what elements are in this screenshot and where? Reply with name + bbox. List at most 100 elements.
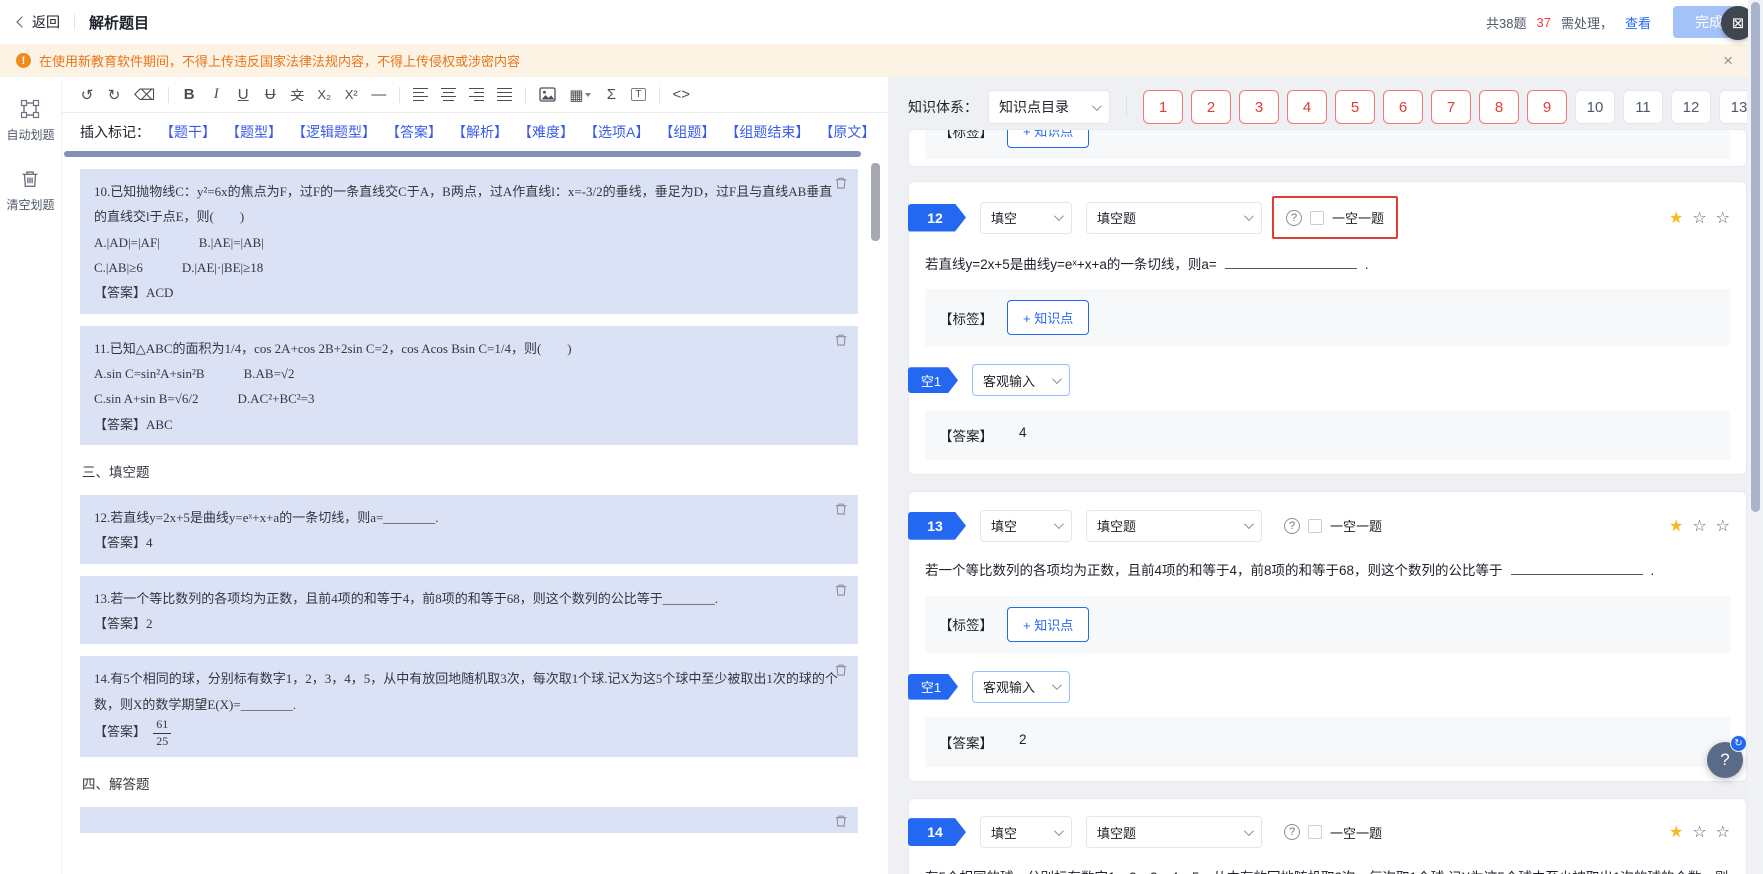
question-nav-12[interactable]: 12	[1671, 90, 1711, 124]
input-type-select[interactable]: 客观输入	[972, 364, 1070, 397]
subscript-icon[interactable]: X₂	[317, 87, 331, 102]
chevron-down-icon	[1053, 825, 1064, 836]
star-filled-icon[interactable]: ★	[1669, 822, 1683, 842]
back-button[interactable]: 返回	[16, 12, 60, 32]
editor-vertical-scrollbar[interactable]	[871, 163, 880, 874]
question-nav-13[interactable]: 13	[1719, 90, 1747, 124]
auto-mark-button[interactable]: 自动划题	[6, 99, 55, 143]
question-block-12[interactable]: 12.若直线y=2x+5是曲线y=eˣ+x+a的一条切线，则a=________…	[80, 495, 858, 564]
delete-question-icon[interactable]	[834, 502, 848, 516]
tag-answer[interactable]: 【答案】	[386, 122, 442, 142]
tag-logictype[interactable]: 【逻辑题型】	[292, 122, 376, 142]
add-knowledge-point-button[interactable]: + 知识点	[1007, 300, 1090, 336]
tag-option-a[interactable]: 【选项A】	[584, 122, 649, 142]
redo-icon[interactable]: ↻	[107, 86, 121, 104]
question-type-select[interactable]: 填空	[980, 509, 1072, 542]
clear-format-icon[interactable]: 文	[290, 85, 304, 104]
question-nav-4[interactable]: 4	[1287, 90, 1327, 124]
italic-icon[interactable]: I	[209, 86, 223, 103]
question-nav-10[interactable]: 10	[1575, 90, 1615, 124]
delete-question-icon[interactable]	[834, 583, 848, 597]
help-fab[interactable]: ? ↻	[1707, 735, 1747, 778]
delete-question-icon[interactable]	[834, 663, 848, 677]
delete-question-icon[interactable]	[834, 814, 848, 828]
delete-question-icon[interactable]	[834, 176, 848, 190]
clear-mark-button[interactable]: 清空划题	[6, 169, 55, 213]
chevron-down-icon	[1091, 100, 1102, 111]
editor-content[interactable]: 10.已知抛物线C：y²=6x的焦点为F，过F的一条直线交C于A，B两点，过A作…	[62, 159, 888, 874]
one-blank-checkbox[interactable]	[1308, 825, 1322, 840]
question-stem: 有5个相同的球，分别标有数字1，2，3，4，5，从中有放回地随机取3次，每次取1…	[925, 870, 1728, 874]
question-block-14[interactable]: 14.有5个相同的球，分别标有数字1，2，3，4，5，从中有放回地随机取3次，每…	[80, 656, 858, 758]
align-left-icon[interactable]	[413, 87, 429, 102]
question-nav-3[interactable]: 3	[1239, 90, 1279, 124]
star-empty-icon[interactable]: ☆	[1716, 208, 1730, 228]
horizontal-rule-icon[interactable]: —	[371, 86, 386, 103]
answer-label: 【答案】	[939, 735, 993, 751]
add-knowledge-point-button[interactable]: + 知识点	[1007, 606, 1090, 642]
tag-analysis[interactable]: 【解析】	[452, 122, 508, 142]
star-empty-icon[interactable]: ☆	[1692, 822, 1706, 842]
tag-original[interactable]: 【原文】	[819, 122, 875, 142]
question-block-13[interactable]: 13.若一个等比数列的各项均为正数，且前4项的和等于4，前8项的和等于68，则这…	[80, 575, 858, 645]
question-type-select[interactable]: 填空	[980, 816, 1072, 849]
star-filled-icon[interactable]: ★	[1669, 516, 1683, 536]
formula-icon[interactable]: Σ	[604, 86, 618, 103]
question-block-10[interactable]: 10.已知抛物线C：y²=6x的焦点为F，过F的一条直线交C于A，B两点，过A作…	[80, 169, 858, 314]
input-type-select[interactable]: 客观输入	[972, 670, 1070, 703]
question-subtype-select[interactable]: 填空题	[1086, 509, 1262, 542]
superscript-icon[interactable]: X²	[344, 87, 358, 102]
tag-stem[interactable]: 【题干】	[160, 122, 216, 142]
question-nav-2[interactable]: 2	[1191, 90, 1231, 124]
one-blank-checkbox[interactable]	[1310, 210, 1324, 225]
underline-icon[interactable]: U	[236, 86, 250, 103]
bold-icon[interactable]: B	[182, 86, 196, 103]
question-nav-5[interactable]: 5	[1335, 90, 1375, 124]
delete-question-icon[interactable]	[834, 333, 848, 347]
one-blank-checkbox[interactable]	[1308, 518, 1322, 533]
question-nav-8[interactable]: 8	[1479, 90, 1519, 124]
ocr-icon[interactable]: T	[631, 88, 646, 101]
question-nav-1[interactable]: 1	[1143, 90, 1183, 124]
question-nav-9[interactable]: 9	[1527, 90, 1567, 124]
help-circle-icon[interactable]: ?	[1284, 824, 1300, 841]
question-nav-11[interactable]: 11	[1623, 90, 1663, 124]
star-empty-icon[interactable]: ☆	[1692, 208, 1706, 228]
help-circle-icon[interactable]: ?	[1286, 209, 1302, 226]
helper-mini-badge[interactable]: ↻	[1730, 735, 1747, 752]
knowledge-catalog-select[interactable]: 知识点目录	[988, 90, 1110, 124]
add-knowledge-point-button[interactable]: + 知识点	[1007, 130, 1090, 148]
question-subtype-select[interactable]: 填空题	[1086, 201, 1262, 234]
star-empty-icon[interactable]: ☆	[1716, 822, 1730, 842]
star-empty-icon[interactable]: ☆	[1716, 516, 1730, 536]
question-type-select[interactable]: 填空	[980, 201, 1072, 234]
view-link[interactable]: 查看	[1625, 13, 1651, 32]
strikethrough-icon[interactable]: U	[263, 86, 277, 103]
question-block-11[interactable]: 11.已知△ABC的面积为1/4，cos 2A+cos 2B+2sin C=2，…	[80, 325, 858, 446]
tag-group[interactable]: 【组题】	[659, 122, 715, 142]
question-block-partial[interactable]	[80, 807, 858, 834]
eraser-icon[interactable]: ⌫	[134, 86, 155, 104]
question-nav-6[interactable]: 6	[1383, 90, 1423, 124]
question-subtype-select[interactable]: 填空题	[1086, 816, 1262, 849]
code-view-icon[interactable]: <>	[673, 86, 691, 103]
help-circle-icon[interactable]: ?	[1284, 517, 1300, 534]
star-empty-icon[interactable]: ☆	[1692, 516, 1706, 536]
tag-group-end[interactable]: 【组题结束】	[725, 122, 809, 142]
tag-qtype[interactable]: 【题型】	[226, 122, 282, 142]
question-nav-7[interactable]: 7	[1431, 90, 1471, 124]
banner-close-icon[interactable]: ×	[1723, 52, 1733, 69]
star-filled-icon[interactable]: ★	[1669, 208, 1683, 228]
answer-row: 【答案】 2	[925, 716, 1730, 767]
question-number-badge: 14	[908, 818, 966, 846]
image-icon[interactable]	[539, 87, 556, 102]
table-menu[interactable]: ▦	[569, 86, 592, 104]
align-center-icon[interactable]	[441, 87, 457, 102]
undo-icon[interactable]: ↺	[80, 86, 94, 104]
align-justify-icon[interactable]	[497, 87, 513, 102]
main-area: 自动划题 清空划题 ↺ ↻ ⌫ B I U U 文 X₂ X² — ▦ Σ T …	[0, 77, 1763, 874]
align-right-icon[interactable]	[469, 87, 485, 102]
tag-difficulty[interactable]: 【难度】	[518, 122, 574, 142]
tags-horizontal-scrollbar[interactable]	[62, 151, 888, 159]
page-scrollbar[interactable]	[1748, 0, 1763, 874]
